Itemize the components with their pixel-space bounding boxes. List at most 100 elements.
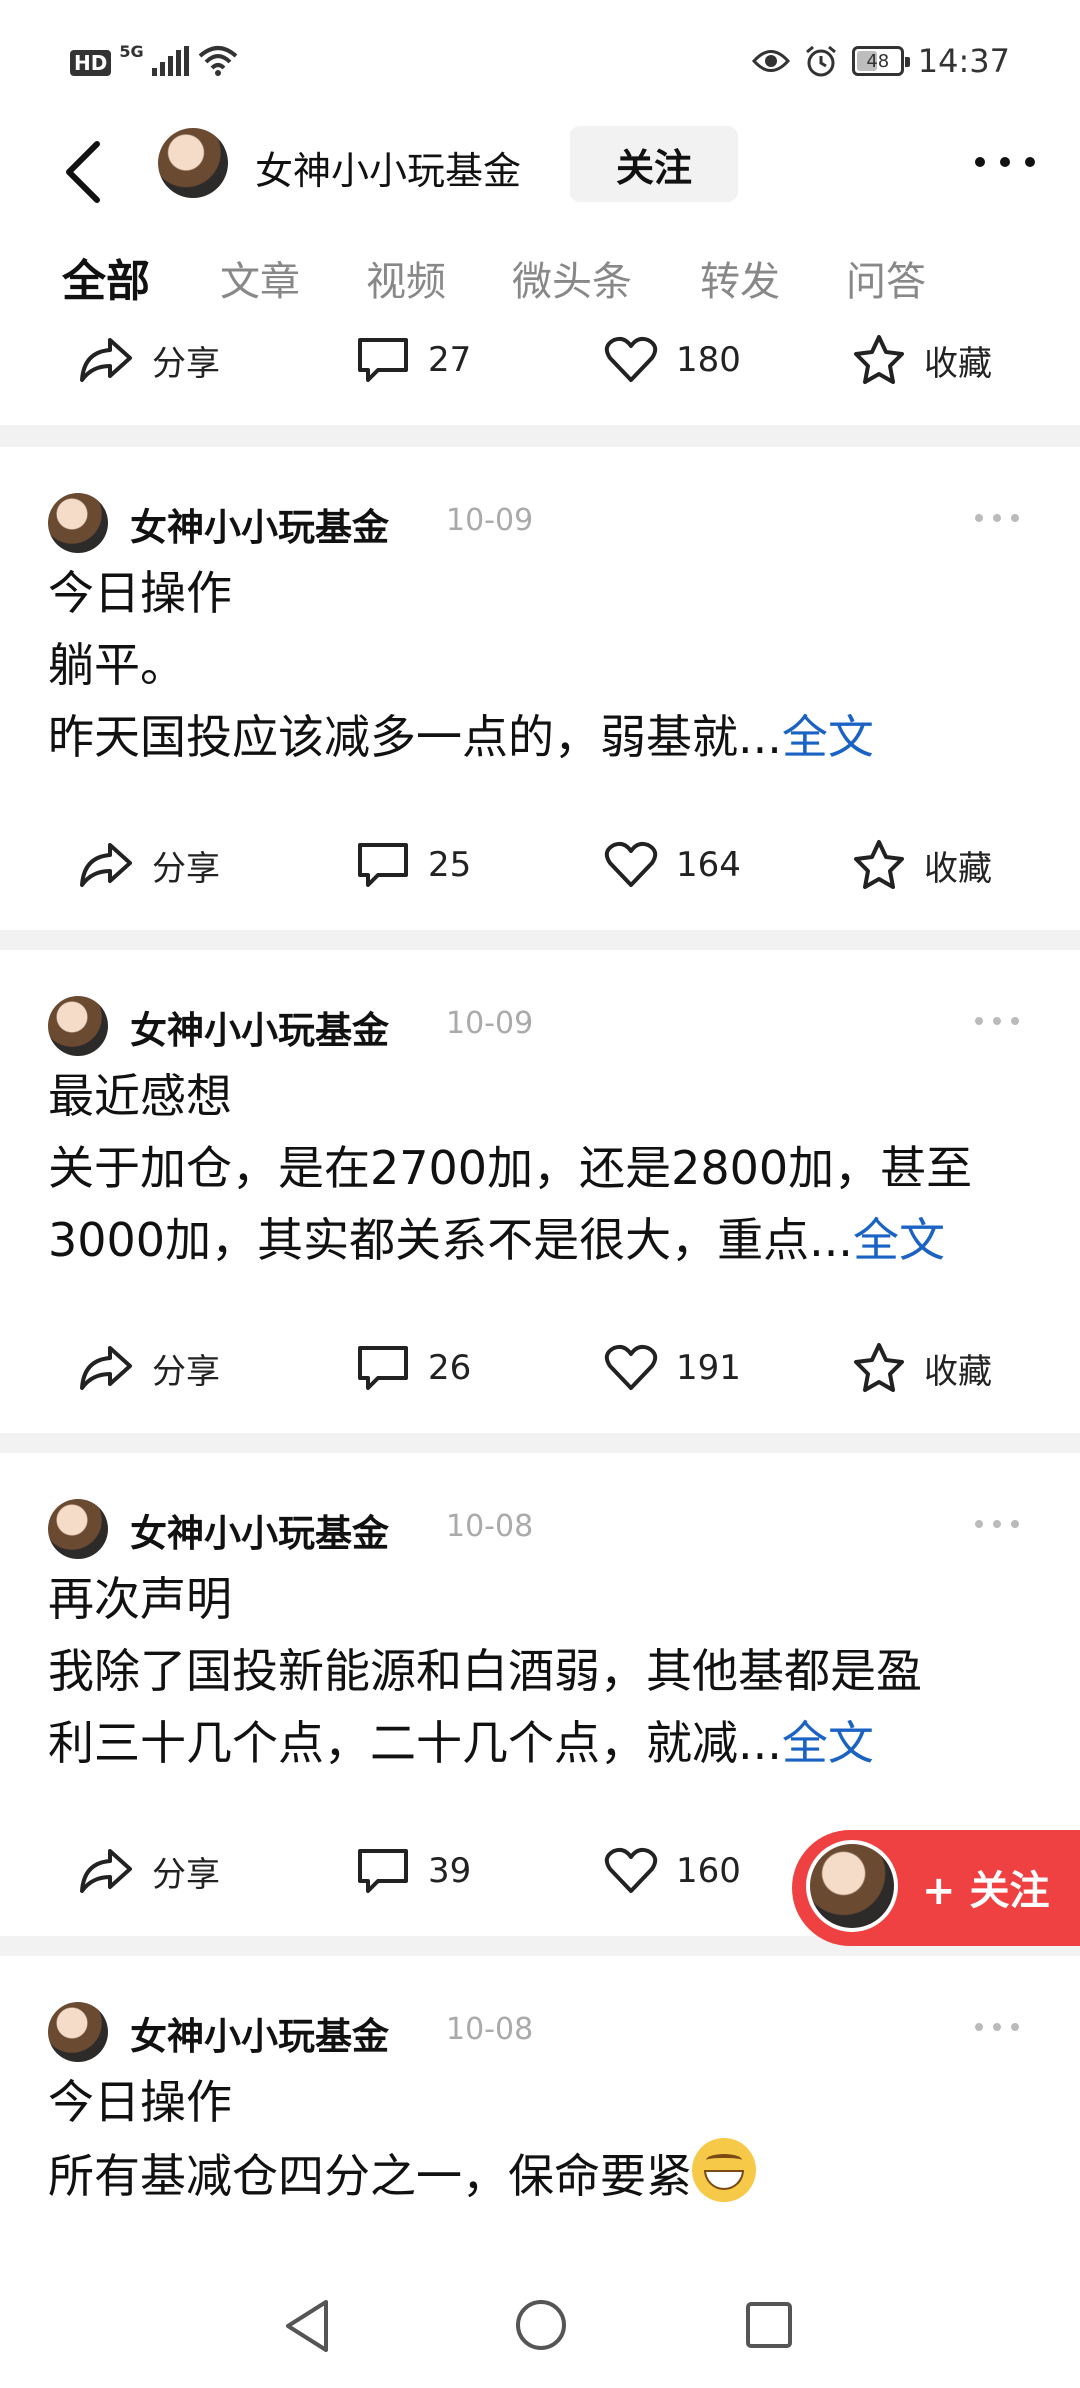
author-avatar[interactable] — [48, 2002, 108, 2062]
star-icon — [854, 335, 904, 384]
hd-badge: HD — [70, 50, 112, 76]
tab-bar: 全部 文章 视频 微头条 转发 问答 — [0, 245, 1080, 315]
post-text[interactable]: 今日操作 躺平。 昨天国投应该减多一点的，弱基就...全文 — [48, 557, 1038, 773]
post-text[interactable]: 再次声明 我除了国投新能源和白酒弱，其他基都是盈 利三十几个点，二十几个点，就减… — [48, 1563, 1038, 1779]
comment-count: 26 — [428, 1348, 472, 1388]
comment-count: 27 — [428, 340, 472, 380]
favorite-label: 收藏 — [924, 848, 992, 889]
tab-reposts[interactable]: 转发 — [700, 249, 780, 307]
full-text-link[interactable]: 全文 — [853, 1213, 945, 1267]
share-label: 分享 — [152, 1854, 220, 1895]
more-icon[interactable] — [974, 2022, 1020, 2032]
post-date: 10-09 — [446, 503, 534, 538]
favorite-button[interactable]: 收藏 — [852, 820, 992, 910]
comment-icon — [358, 338, 408, 382]
post-date: 10-09 — [446, 1006, 534, 1041]
post-line: 再次声明 — [48, 1572, 232, 1626]
follow-button[interactable]: 关注 — [570, 126, 738, 202]
system-nav-bar — [0, 2268, 1080, 2388]
post-line: 3000加，其实都关系不是很大，重点... — [48, 1213, 853, 1267]
author-avatar[interactable] — [48, 1499, 108, 1559]
nav-recents-icon[interactable] — [744, 2300, 794, 2350]
more-icon[interactable] — [974, 1016, 1020, 1026]
tab-all[interactable]: 全部 — [62, 245, 150, 309]
post-line: 我除了国投新能源和白酒弱，其他基都是盈 — [48, 1644, 922, 1698]
favorite-button[interactable]: 收藏 — [852, 315, 992, 405]
author-avatar[interactable] — [48, 996, 108, 1056]
star-icon — [854, 840, 904, 889]
post-card[interactable]: 女神小小玩基金 10-09 今日操作 躺平。 昨天国投应该减多一点的，弱基就..… — [0, 447, 1080, 930]
full-text-link[interactable]: 全文 — [782, 710, 874, 764]
status-left: HD 5G — [70, 44, 238, 76]
wifi-icon — [198, 46, 237, 76]
post-line: 利三十几个点，二十几个点，就减... — [48, 1716, 782, 1770]
post-line: 关于加仓，是在2700加，还是2800加，甚至 — [48, 1141, 973, 1195]
author-name[interactable]: 女神小小玩基金 — [130, 497, 389, 551]
floating-follow-button[interactable]: + 关注 — [792, 1830, 1080, 1946]
comment-button[interactable]: 39 — [356, 1826, 471, 1916]
share-button[interactable]: 分享 — [78, 1323, 220, 1413]
post-line: 最近感想 — [48, 1069, 232, 1123]
status-right: 48 14:37 — [751, 42, 1010, 80]
back-arrow-icon[interactable] — [55, 132, 115, 212]
heart-icon — [604, 841, 658, 887]
author-name[interactable]: 女神小小玩基金 — [130, 2006, 389, 2060]
nav-back-icon[interactable] — [282, 2298, 332, 2354]
more-icon[interactable] — [974, 1519, 1020, 1529]
comment-button[interactable]: 27 — [356, 315, 471, 405]
share-button[interactable]: 分享 — [78, 315, 220, 405]
page-title: 女神小小玩基金 — [255, 149, 522, 193]
comment-icon — [358, 1849, 408, 1893]
post-card[interactable]: 女神小小玩基金 10-09 最近感想 关于加仓，是在2700加，还是2800加，… — [0, 950, 1080, 1433]
alarm-icon — [805, 45, 836, 77]
author-avatar[interactable] — [48, 493, 108, 553]
tab-qa[interactable]: 问答 — [846, 249, 926, 307]
like-button[interactable]: 160 — [604, 1826, 741, 1916]
tab-videos[interactable]: 视频 — [366, 249, 446, 307]
tab-articles[interactable]: 文章 — [220, 249, 300, 307]
more-icon[interactable] — [974, 513, 1020, 523]
heart-icon — [604, 336, 658, 382]
share-label: 分享 — [152, 343, 220, 384]
comment-count: 25 — [428, 845, 472, 885]
favorite-button[interactable]: 收藏 — [852, 1323, 992, 1413]
post-line: 今日操作 — [48, 2075, 232, 2129]
nav-home-icon[interactable] — [514, 2298, 568, 2352]
like-button[interactable]: 191 — [604, 1323, 741, 1413]
full-text-link[interactable]: 全文 — [782, 1716, 874, 1770]
comment-button[interactable]: 26 — [356, 1323, 471, 1413]
share-icon — [80, 1849, 132, 1893]
post-date: 10-08 — [446, 1509, 534, 1544]
comment-icon — [358, 843, 408, 887]
share-icon — [80, 338, 132, 382]
post-line: 昨天国投应该减多一点的，弱基就... — [48, 710, 782, 764]
post-text[interactable]: 今日操作 所有基减仓四分之一，保命要紧 — [48, 2066, 1038, 2212]
post-text[interactable]: 最近感想 关于加仓，是在2700加，还是2800加，甚至 3000加，其实都关系… — [48, 1060, 1038, 1276]
grinning-emoji-icon — [692, 2138, 756, 2202]
status-bar: HD 5G 48 14:37 — [0, 0, 1080, 120]
post-line: 躺平。 — [48, 638, 186, 692]
comment-icon — [358, 1346, 408, 1390]
post-line: 今日操作 — [48, 566, 232, 620]
like-button[interactable]: 180 — [604, 315, 741, 405]
post-line: 所有基减仓四分之一，保命要紧 — [48, 2149, 692, 2203]
share-label: 分享 — [152, 848, 220, 889]
tab-micro-posts[interactable]: 微头条 — [512, 249, 632, 307]
share-button[interactable]: 分享 — [78, 1826, 220, 1916]
star-icon — [854, 1343, 904, 1392]
heart-icon — [604, 1847, 658, 1893]
like-count: 180 — [676, 340, 741, 380]
avatar[interactable] — [158, 128, 228, 198]
author-name[interactable]: 女神小小玩基金 — [130, 1000, 389, 1054]
post-actions: 分享 25 164 收藏 — [0, 820, 1080, 910]
battery-level: 48 — [866, 50, 890, 72]
author-name[interactable]: 女神小小玩基金 — [130, 1503, 389, 1557]
floating-follow-label: + 关注 — [922, 1868, 1050, 1914]
like-button[interactable]: 164 — [604, 820, 741, 910]
comment-button[interactable]: 25 — [356, 820, 471, 910]
post-card[interactable]: 女神小小玩基金 10-08 今日操作 所有基减仓四分之一，保命要紧 — [0, 1956, 1080, 2268]
share-button[interactable]: 分享 — [78, 820, 220, 910]
profile-header: 女神小小玩基金 关注 — [0, 120, 1080, 250]
more-icon[interactable] — [970, 142, 1040, 182]
partial-post-card: 分享 27 180 收藏 — [0, 315, 1080, 425]
